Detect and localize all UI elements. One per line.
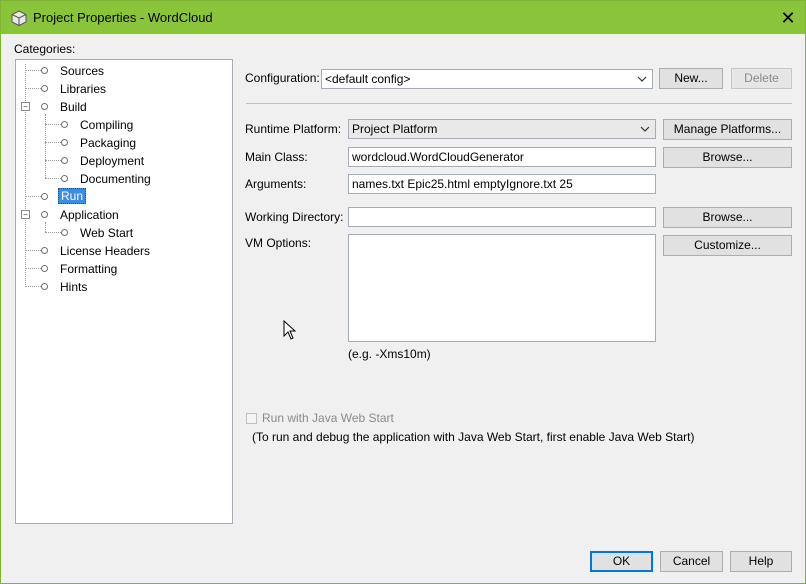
working-directory-input[interactable] [348,207,656,227]
working-directory-label: Working Directory: [245,210,344,224]
main-class-input[interactable]: wordcloud.WordCloudGenerator [348,147,656,167]
node-icon [41,103,48,110]
run-with-web-start-label: Run with Java Web Start [262,411,394,425]
delete-config-button[interactable]: Delete [731,68,792,89]
close-icon: ✕ [780,7,796,28]
tree-item-label: License Headers [60,244,151,258]
ok-button[interactable]: OK [590,551,653,572]
tree-item-label: Deployment [80,154,145,168]
node-icon [41,283,48,290]
tree-line [25,64,26,287]
node-icon [61,175,68,182]
arguments-label: Arguments: [245,177,307,191]
run-with-web-start-checkbox[interactable] [246,413,257,424]
project-cube-icon [11,10,27,26]
categories-tree[interactable]: − − Sources Libraries Build Compiling Pa… [15,59,233,524]
node-icon [41,67,48,74]
node-icon [41,247,48,254]
main-class-label: Main Class: [245,150,308,164]
window-title: Project Properties - WordCloud [33,10,213,25]
node-icon [61,157,68,164]
vm-options-label: VM Options: [245,236,312,250]
node-icon [41,193,48,200]
tree-line [45,222,46,232]
title-bar[interactable]: Project Properties - WordCloud ✕ [1,1,805,34]
browse-main-class-button[interactable]: Browse... [663,147,792,168]
tree-item-label: Web Start [80,226,134,240]
tree-item-label: Formatting [60,262,118,276]
node-icon [41,265,48,272]
browse-working-directory-button[interactable]: Browse... [663,207,792,228]
chevron-down-icon [640,126,650,132]
tree-item-label: Compiling [80,118,134,132]
node-icon [61,139,68,146]
vm-options-textarea[interactable] [348,234,656,342]
tree-item-label: Application [60,208,119,222]
tree-item-label: Documenting [80,172,151,186]
vm-options-hint: (e.g. -Xms10m) [348,347,431,361]
tree-item-label: Hints [60,280,88,294]
tree-item-label-selected: Run [58,188,87,204]
manage-platforms-button[interactable]: Manage Platforms... [663,119,792,140]
mouse-pointer-icon [283,320,297,340]
runtime-platform-value: Project Platform [352,122,438,136]
chevron-down-icon [637,76,647,82]
tree-item-label: Packaging [80,136,137,150]
runtime-platform-select[interactable]: Project Platform [348,119,656,139]
customize-button[interactable]: Customize... [663,235,792,256]
runtime-platform-label: Runtime Platform: [245,122,342,136]
web-start-note: (To run and debug the application with J… [252,430,695,444]
new-config-button[interactable]: New... [659,68,723,89]
help-button[interactable]: Help [730,551,792,572]
arguments-input[interactable]: names.txt Epic25.html emptyIgnore.txt 25 [348,174,656,194]
configuration-label: Configuration: [245,71,320,85]
tree-item-label: Build [60,100,87,114]
tree-item-label: Libraries [60,82,107,96]
node-icon [61,121,68,128]
node-icon [41,211,48,218]
cancel-button[interactable]: Cancel [660,551,723,572]
categories-label: Categories: [14,42,76,56]
configuration-value: <default config> [325,72,411,86]
project-properties-dialog: Project Properties - WordCloud ✕ Categor… [0,0,806,584]
build-collapse-toggle[interactable]: − [21,102,30,111]
tree-item-label: Sources [60,64,105,78]
node-icon [61,229,68,236]
application-collapse-toggle[interactable]: − [21,210,30,219]
node-icon [41,85,48,92]
configuration-select[interactable]: <default config> [321,69,653,89]
close-button[interactable]: ✕ [771,4,805,32]
separator [246,103,792,104]
